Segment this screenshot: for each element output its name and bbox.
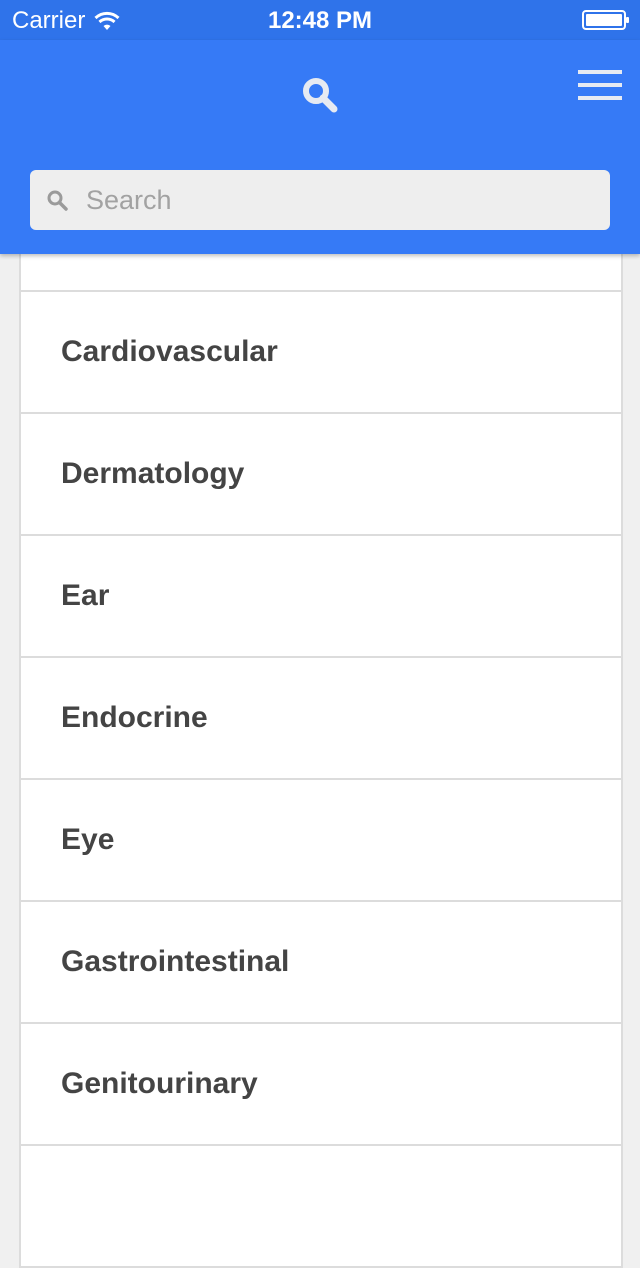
list-item-label: Gastrointestinal xyxy=(61,945,290,978)
list-item-label: Genitourinary xyxy=(61,1067,258,1100)
list-item-hidden-bottom[interactable] xyxy=(21,1146,621,1268)
list-item-label: Ear xyxy=(61,579,110,612)
list-item-label: Dermatology xyxy=(61,457,245,490)
category-list: Cardiovascular Dermatology Ear Endocrine… xyxy=(19,170,623,1268)
app-header xyxy=(0,40,640,254)
search-bar[interactable] xyxy=(30,170,610,230)
search-icon[interactable] xyxy=(301,76,339,114)
list-item-genitourinary[interactable]: Genitourinary xyxy=(21,1024,621,1146)
status-time: 12:48 PM xyxy=(267,7,373,34)
list-item-ear[interactable]: Ear xyxy=(21,536,621,658)
hamburger-menu-icon[interactable] xyxy=(578,70,622,100)
status-bar: Carrier 12:48 PM xyxy=(0,0,640,40)
list-item-gastrointestinal[interactable]: Gastrointestinal xyxy=(21,902,621,1024)
magnifier-icon xyxy=(47,190,68,211)
list-item-label: Eye xyxy=(61,823,115,856)
battery-icon xyxy=(582,10,629,30)
list-item-eye[interactable]: Eye xyxy=(21,780,621,902)
list-item-label: Endocrine xyxy=(61,701,208,734)
list-item-cardiovascular[interactable]: Cardiovascular xyxy=(21,292,621,414)
list-item-dermatology[interactable]: Dermatology xyxy=(21,414,621,536)
search-input[interactable] xyxy=(86,170,596,230)
list-item-label: Cardiovascular xyxy=(61,335,278,368)
list-item-endocrine[interactable]: Endocrine xyxy=(21,658,621,780)
